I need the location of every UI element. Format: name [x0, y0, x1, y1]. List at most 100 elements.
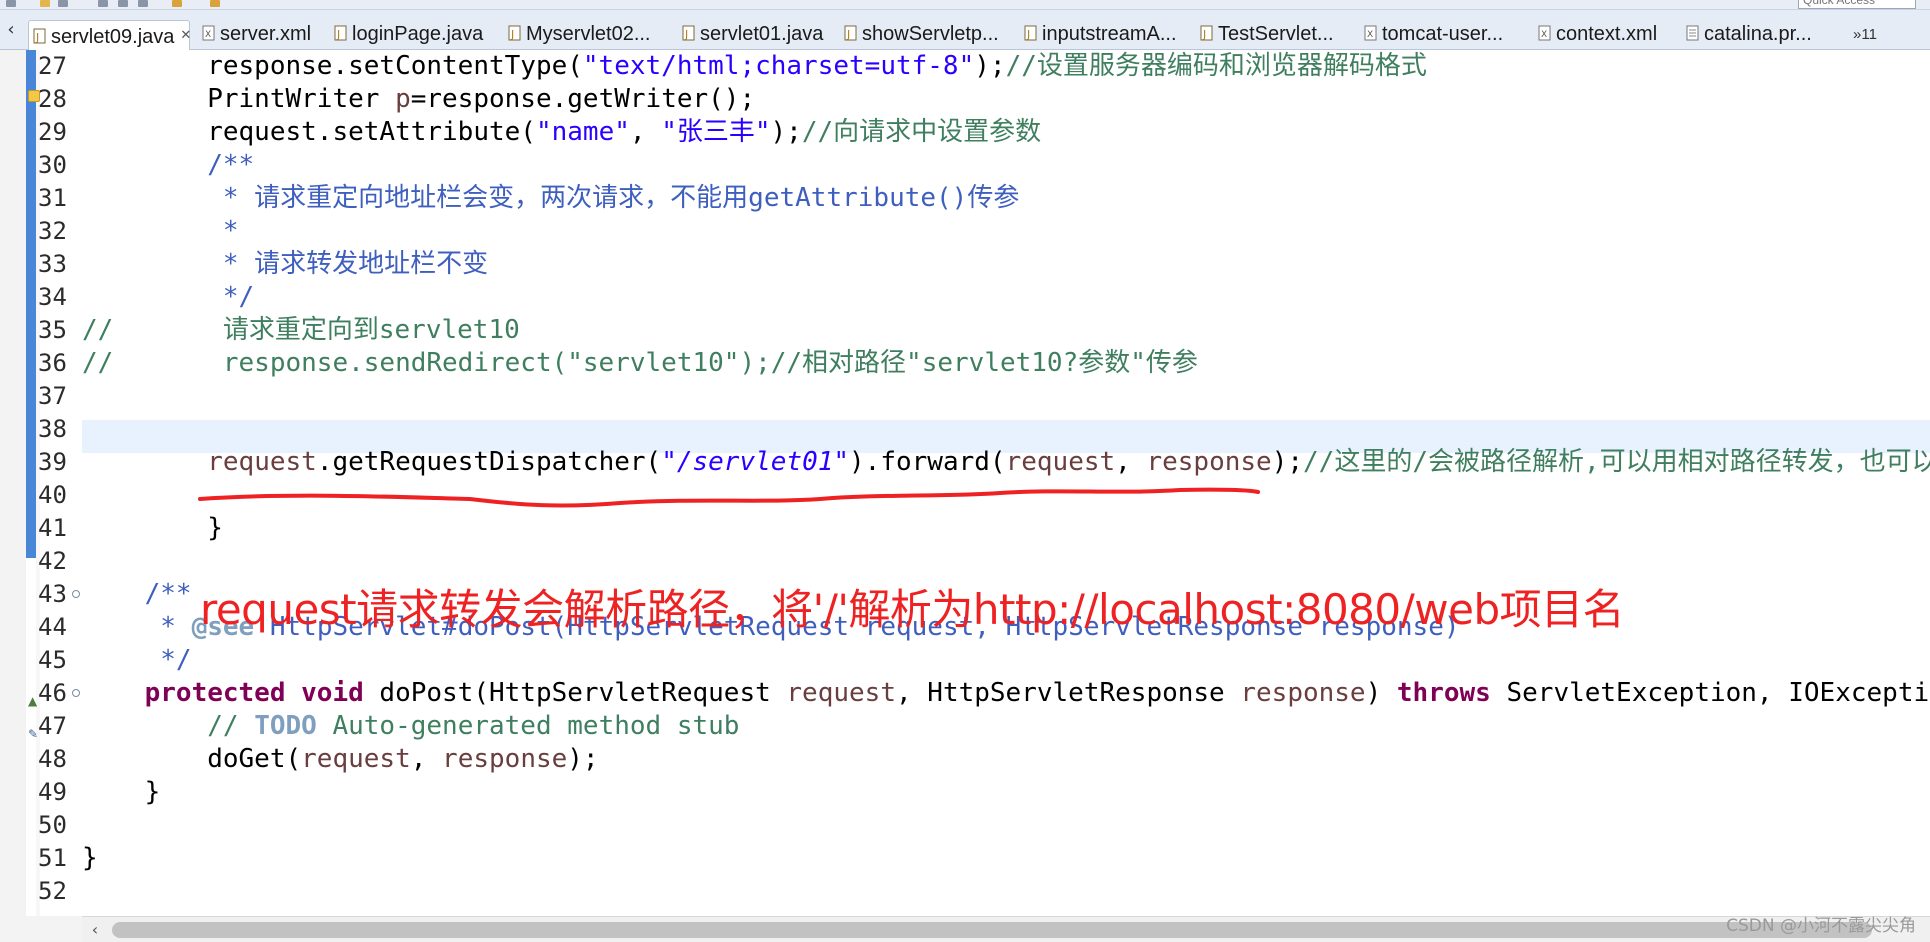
- tab-overflow-button[interactable]: »11: [1853, 26, 1877, 43]
- code-line[interactable]: 50: [0, 809, 1930, 842]
- properties-file-icon: [1686, 25, 1700, 41]
- code-token: ,: [1115, 447, 1147, 477]
- toolbar-icon[interactable]: [58, 0, 68, 7]
- svg-text:J: J: [510, 28, 514, 41]
- toolbar-icon[interactable]: [6, 0, 16, 7]
- toolbar-icon[interactable]: [210, 0, 220, 7]
- code-token: "/servlet01": [661, 447, 850, 477]
- svg-text:J: J: [684, 28, 688, 41]
- code-line[interactable]: 39 request.getRequestDispatcher("/servle…: [0, 446, 1930, 479]
- tab-label: showServletp...: [862, 23, 999, 45]
- code-token: "text/html;charset=utf-8": [582, 51, 975, 81]
- horizontal-scrollbar[interactable]: ‹: [82, 916, 1930, 942]
- editor-tab[interactable]: J TestServlet...: [1196, 20, 1334, 50]
- line-number: 40: [38, 481, 67, 509]
- line-number: 48: [38, 745, 67, 773]
- code-token: // response.sendRedirect("servlet10");//…: [82, 348, 1198, 378]
- code-editor[interactable]: 27 response.setContentType("text/html;ch…: [0, 50, 1930, 916]
- toolbar-icon[interactable]: [138, 0, 148, 7]
- line-number: 33: [38, 250, 67, 278]
- code-line[interactable]: 28 PrintWriter p=response.getWriter();: [0, 83, 1930, 116]
- toolbar-icon[interactable]: [40, 0, 50, 7]
- java-file-icon: J: [33, 28, 47, 44]
- toolbar-icon[interactable]: [118, 0, 128, 7]
- code-token: /**: [82, 579, 192, 609]
- code-text: }: [82, 776, 161, 809]
- code-line[interactable]: 27 response.setContentType("text/html;ch…: [0, 50, 1930, 83]
- line-number: 37: [38, 382, 67, 410]
- code-token: response: [1146, 447, 1272, 477]
- quick-access-input[interactable]: Quick Access: [1798, 0, 1916, 9]
- code-line[interactable]: 45 */: [0, 644, 1930, 677]
- editor-tab[interactable]: JshowServletp...: [840, 20, 999, 50]
- code-token: /**: [82, 150, 255, 180]
- editor-tab[interactable]: Xtomcat-user...: [1360, 20, 1503, 50]
- code-token: //这里的/会被路径解析,可以用相对路径转发，也可以: [1303, 447, 1930, 477]
- tab-scroll-left-icon[interactable]: ‹: [0, 16, 22, 44]
- code-line[interactable]: 48 doGet(request, response);: [0, 743, 1930, 776]
- svg-text:J: J: [1026, 28, 1030, 41]
- code-token: );: [567, 744, 599, 774]
- code-line[interactable]: 41 }: [0, 512, 1930, 545]
- code-text: /**: [82, 578, 192, 611]
- code-token: *: [82, 612, 192, 642]
- code-line[interactable]: 42: [0, 545, 1930, 578]
- code-line[interactable]: 37: [0, 380, 1930, 413]
- code-text: // TODO Auto-generated method stub: [82, 710, 739, 743]
- scrollbar-thumb[interactable]: [112, 922, 1872, 938]
- code-token: // 请求重定向到servlet10: [82, 315, 520, 345]
- code-line[interactable]: 32 *: [0, 215, 1930, 248]
- code-line[interactable]: 38: [0, 413, 1930, 446]
- fold-toggle-icon[interactable]: [72, 689, 80, 697]
- line-number: 27: [38, 52, 67, 80]
- code-token: throws: [1396, 678, 1491, 708]
- scroll-left-icon[interactable]: ‹: [82, 917, 108, 942]
- code-token: ): [1365, 678, 1397, 708]
- tab-label: Myservlet02...: [526, 23, 651, 45]
- line-number: 34: [38, 283, 67, 311]
- tab-label: context.xml: [1556, 23, 1658, 45]
- editor-tab[interactable]: JloginPage.java: [330, 20, 483, 50]
- code-token: , HttpServletResponse: [895, 678, 1241, 708]
- editor-tab[interactable]: Xserver.xml: [198, 20, 311, 50]
- code-line[interactable]: 36 // response.sendRedirect("servlet10");…: [0, 347, 1930, 380]
- fold-toggle-icon[interactable]: [72, 590, 80, 598]
- svg-text:J: J: [846, 28, 850, 41]
- code-line[interactable]: 29 request.setAttribute("name", "张三丰");/…: [0, 116, 1930, 149]
- java-file-icon: J: [508, 25, 522, 41]
- tab-label: TestServlet...: [1218, 23, 1334, 45]
- toolbar-icon[interactable]: [98, 0, 108, 7]
- line-number: 28: [38, 85, 67, 113]
- code-line[interactable]: ▲ 46 protected void doPost(HttpServletReq…: [0, 677, 1930, 710]
- code-line[interactable]: 35 // 请求重定向到servlet10: [0, 314, 1930, 347]
- code-line[interactable]: 30 /**: [0, 149, 1930, 182]
- line-number: 31: [38, 184, 67, 212]
- code-line[interactable]: 51}: [0, 842, 1930, 875]
- editor-tab[interactable]: J Myservlet02...: [504, 20, 650, 50]
- line-number: 30: [38, 151, 67, 179]
- code-line[interactable]: 31 * 请求重定向地址栏会变，两次请求，不能用getAttribute()传参: [0, 182, 1930, 215]
- code-line[interactable]: 52: [0, 875, 1930, 908]
- code-line[interactable]: 34 */: [0, 281, 1930, 314]
- code-line[interactable]: 40: [0, 479, 1930, 512]
- code-text: }: [82, 512, 223, 545]
- toolbar-icon[interactable]: [172, 0, 182, 7]
- tab-label: catalina.pr...: [1704, 23, 1812, 45]
- svg-text:J: J: [336, 28, 340, 41]
- code-token: */: [82, 645, 192, 675]
- code-line[interactable]: ✎ 47 // TODO Auto-generated method stub: [0, 710, 1930, 743]
- code-line[interactable]: 49 }: [0, 776, 1930, 809]
- code-text: }: [82, 842, 98, 875]
- code-token: response: [442, 744, 568, 774]
- editor-tab[interactable]: JinputstreamA...: [1020, 20, 1177, 50]
- code-token: request: [1005, 447, 1116, 477]
- editor-tab[interactable]: catalina.pr...: [1682, 20, 1812, 50]
- editor-tab[interactable]: Jservlet09.java ✕: [28, 20, 191, 50]
- editor-tab[interactable]: Xcontext.xml: [1534, 20, 1657, 50]
- tab-label: inputstreamA...: [1042, 23, 1177, 45]
- code-line[interactable]: 33 * 请求转发地址栏不变: [0, 248, 1930, 281]
- line-number: 38: [38, 415, 67, 443]
- code-text: */: [82, 644, 192, 677]
- editor-tab[interactable]: Jservlet01.java: [678, 20, 823, 50]
- close-tab-icon[interactable]: ✕: [180, 27, 191, 42]
